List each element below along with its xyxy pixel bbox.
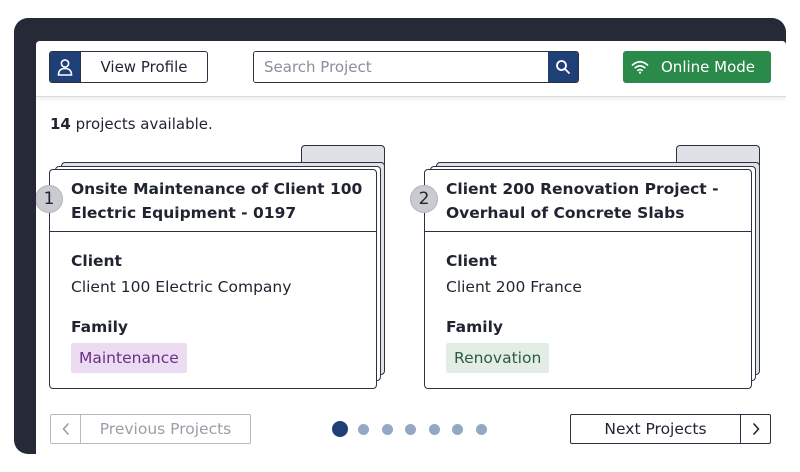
search-input[interactable] (254, 52, 548, 82)
app-screen: View Profile Online Mode (36, 41, 786, 459)
project-card[interactable]: Onsite Maintenance of Client 100 Electri… (36, 145, 389, 389)
project-card-body: Onsite Maintenance of Client 100 Electri… (49, 169, 377, 389)
project-card[interactable]: Client 200 Renovation Project - Overhaul… (410, 145, 764, 389)
view-profile-button[interactable]: View Profile (49, 51, 208, 83)
search-bar (253, 51, 579, 83)
page-dot[interactable] (452, 423, 463, 435)
page-dot-active[interactable] (332, 421, 348, 437)
family-label: Family (446, 318, 504, 336)
projects-count: 14 projects available. (50, 115, 213, 133)
wifi-icon (631, 60, 649, 74)
next-projects-label: Next Projects (604, 420, 707, 438)
project-title: Onsite Maintenance of Client 100 Electri… (50, 170, 376, 232)
project-number-badge: 2 (410, 185, 438, 213)
online-mode-button[interactable]: Online Mode (623, 51, 771, 83)
family-tag: Renovation (446, 343, 550, 373)
previous-projects-button[interactable]: Previous Projects (50, 414, 251, 444)
top-bar: View Profile Online Mode (36, 41, 786, 97)
view-profile-label: View Profile (80, 52, 207, 82)
client-label: Client (446, 252, 497, 270)
page-dot[interactable] (428, 423, 440, 435)
projects-count-number: 14 (50, 115, 71, 133)
projects-count-text: projects available. (75, 115, 213, 133)
page-dot[interactable] (381, 423, 393, 435)
pagination-dots (332, 421, 499, 437)
project-title: Client 200 Renovation Project - Overhaul… (425, 170, 751, 232)
project-card-body: Client 200 Renovation Project - Overhaul… (424, 169, 752, 389)
online-mode-label: Online Mode (661, 58, 756, 76)
device-frame: View Profile Online Mode (14, 18, 786, 459)
search-button[interactable] (548, 52, 578, 82)
client-label: Client (71, 252, 122, 270)
chevron-right-icon (740, 415, 770, 443)
chevron-left-icon (51, 415, 81, 443)
previous-projects-label: Previous Projects (99, 420, 232, 438)
client-value: Client 200 France (446, 278, 582, 296)
family-tag: Maintenance (71, 343, 187, 373)
user-icon (50, 52, 80, 82)
page-dot[interactable] (358, 423, 369, 435)
client-value: Client 100 Electric Company (71, 278, 292, 296)
project-number-badge: 1 (36, 185, 63, 213)
page-dot[interactable] (405, 423, 416, 435)
search-icon (556, 60, 570, 74)
family-label: Family (71, 318, 129, 336)
page-dot[interactable] (475, 423, 487, 435)
next-projects-button[interactable]: Next Projects (570, 414, 771, 444)
